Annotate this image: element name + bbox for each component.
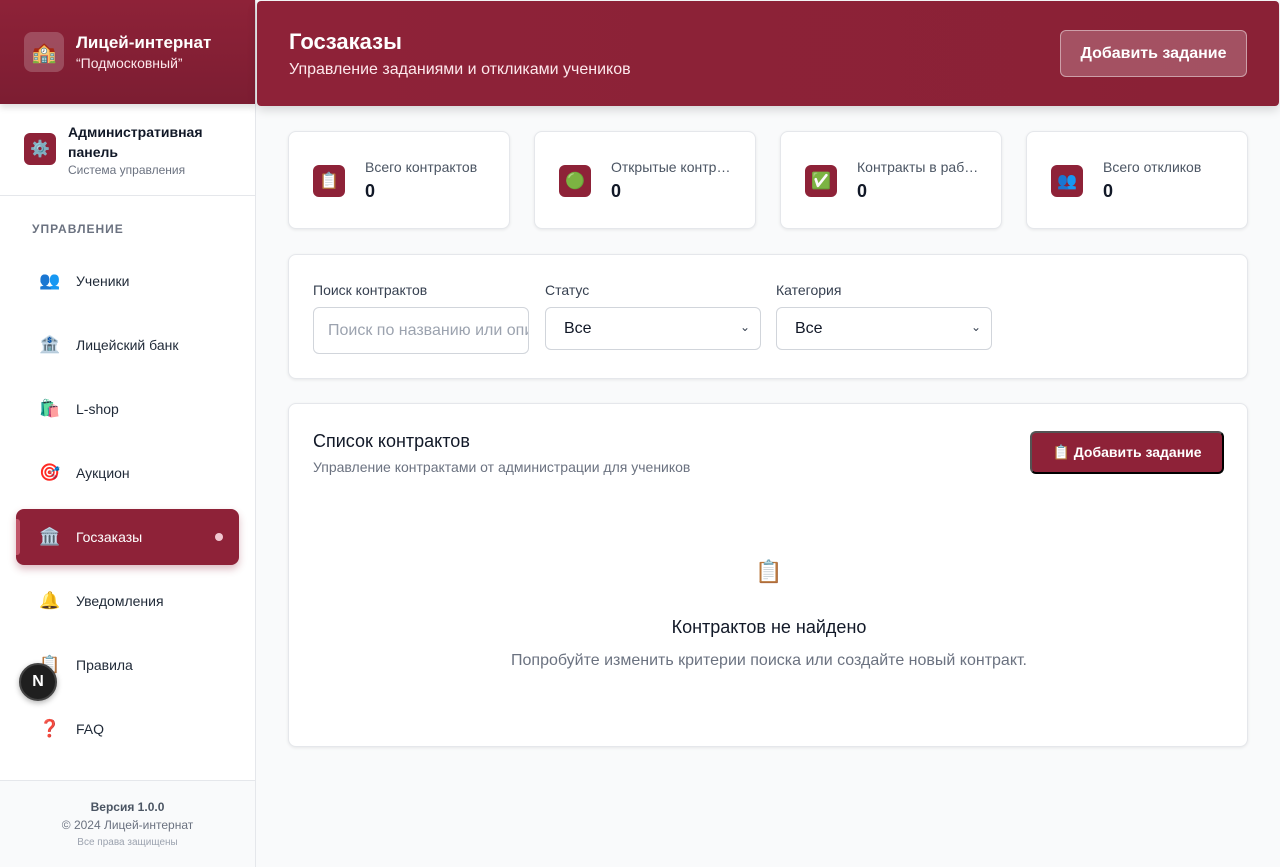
stat-card-in-progress: ✅ Контракты в работе 0 bbox=[780, 131, 1002, 229]
sidebar-item-label: Уведомления bbox=[76, 593, 164, 609]
brand-header[interactable]: 🏫 Лицей-интернат “Подмосковный” bbox=[0, 0, 255, 104]
page-title: Госзаказы bbox=[289, 29, 402, 54]
active-indicator-dot bbox=[215, 533, 223, 541]
list-title: Список контрактов bbox=[313, 431, 470, 451]
bank-icon: 🏦 bbox=[39, 335, 61, 354]
rights-text: Все права защищены bbox=[77, 837, 178, 848]
sidebar-item-notifications[interactable]: 🔔 Уведомления bbox=[16, 573, 239, 629]
sidebar-item-label: FAQ bbox=[76, 721, 105, 737]
question-mark-icon: ❓ bbox=[39, 719, 61, 738]
brand-subtitle: “Подмосковный” bbox=[76, 55, 183, 71]
stat-label: Контракты в работе bbox=[857, 159, 982, 175]
gear-icon: ⚙️ bbox=[24, 133, 56, 165]
admin-title: Административная панель bbox=[68, 123, 203, 160]
category-label: Категория bbox=[776, 282, 842, 298]
chevron-down-icon: ⌄ bbox=[739, 320, 750, 334]
clipboard-icon: 📋 bbox=[755, 559, 783, 584]
bell-icon: 🔔 bbox=[39, 591, 61, 610]
sidebar-item-label: L-shop bbox=[76, 401, 119, 417]
search-label: Поиск контрактов bbox=[313, 282, 428, 298]
admin-subtitle: Система управления bbox=[68, 162, 186, 177]
sidebar-item-students[interactable]: 👥 Ученики bbox=[16, 253, 239, 309]
sidebar-item-bank[interactable]: 🏦 Лицейский банк bbox=[16, 317, 239, 373]
sidebar-section-label: УПРАВЛЕНИЕ bbox=[32, 222, 124, 236]
category-select[interactable]: Все ⌄ bbox=[776, 307, 992, 350]
sidebar-item-label: Аукцион bbox=[76, 465, 130, 481]
empty-state-title: Контрактов не найдено bbox=[671, 617, 867, 637]
nextjs-dev-badge[interactable]: N bbox=[19, 663, 57, 701]
sidebar-item-goszakazy[interactable]: 🏛️ Госзаказы bbox=[16, 509, 239, 565]
school-logo-icon: 🏫 bbox=[24, 32, 64, 72]
sidebar-item-label: Ученики bbox=[76, 273, 130, 289]
stat-label: Всего откликов bbox=[1103, 159, 1202, 175]
sidebar-footer: Версия 1.0.0 © 2024 Лицей-интернат Все п… bbox=[0, 780, 255, 867]
target-icon: 🎯 bbox=[39, 463, 61, 482]
search-input[interactable] bbox=[313, 307, 529, 354]
stat-label: Открытые контракты bbox=[611, 159, 736, 175]
page-subtitle: Управление заданиями и откликами ученико… bbox=[289, 61, 631, 78]
clipboard-icon: 📋 bbox=[313, 165, 345, 197]
check-mark-icon: ✅ bbox=[805, 165, 837, 197]
sidebar-item-label: Госзаказы bbox=[76, 529, 143, 545]
stat-label: Всего контрактов bbox=[365, 159, 478, 175]
category-select-value: Все bbox=[795, 319, 823, 337]
list-subtitle: Управление контрактами от администрации … bbox=[313, 459, 691, 475]
admin-panel-info: ⚙️ Административная панель Система управ… bbox=[0, 104, 255, 196]
add-task-button[interactable]: Добавить задание bbox=[1060, 30, 1247, 77]
sidebar-item-lshop[interactable]: 🛍️ L-shop bbox=[16, 381, 239, 437]
sidebar-item-faq[interactable]: ❓ FAQ bbox=[16, 701, 239, 757]
users-icon: 👥 bbox=[39, 271, 61, 290]
stat-value: 0 bbox=[857, 181, 868, 201]
brand-title: Лицей-интернат bbox=[76, 33, 212, 52]
status-select-value: Все bbox=[564, 319, 592, 337]
sidebar-item-label: Правила bbox=[76, 657, 133, 673]
filters-panel: Поиск контрактов Статус Все ⌄ Категория … bbox=[288, 254, 1248, 379]
version-text: Версия 1.0.0 bbox=[90, 800, 165, 814]
copyright-text: © 2024 Лицей-интернат bbox=[61, 818, 194, 832]
contracts-list-panel: Список контрактов Управление контрактами… bbox=[288, 403, 1248, 747]
stat-card-open-contracts: 🟢 Открытые контракты 0 bbox=[534, 131, 756, 229]
sidebar-item-label: Лицейский банк bbox=[76, 337, 179, 353]
stat-card-total-contracts: 📋 Всего контрактов 0 bbox=[288, 131, 510, 229]
page-header: Госзаказы Управление заданиями и отклика… bbox=[257, 1, 1279, 106]
stat-value: 0 bbox=[365, 181, 376, 201]
sidebar-item-auction[interactable]: 🎯 Аукцион bbox=[16, 445, 239, 501]
status-select[interactable]: Все ⌄ bbox=[545, 307, 761, 350]
chevron-down-icon: ⌄ bbox=[970, 320, 981, 334]
shopping-bags-icon: 🛍️ bbox=[39, 399, 61, 418]
stat-value: 0 bbox=[1103, 181, 1114, 201]
status-label: Статус bbox=[545, 282, 590, 298]
users-icon: 👥 bbox=[1051, 165, 1083, 197]
add-task-button-secondary[interactable]: 📋 Добавить задание bbox=[1030, 431, 1224, 474]
green-circle-icon: 🟢 bbox=[559, 165, 591, 197]
empty-state-subtitle: Попробуйте изменить критерии поиска или … bbox=[511, 652, 1027, 669]
classical-building-icon: 🏛️ bbox=[39, 527, 61, 546]
stat-value: 0 bbox=[611, 181, 622, 201]
stat-card-total-responses: 👥 Всего откликов 0 bbox=[1026, 131, 1248, 229]
